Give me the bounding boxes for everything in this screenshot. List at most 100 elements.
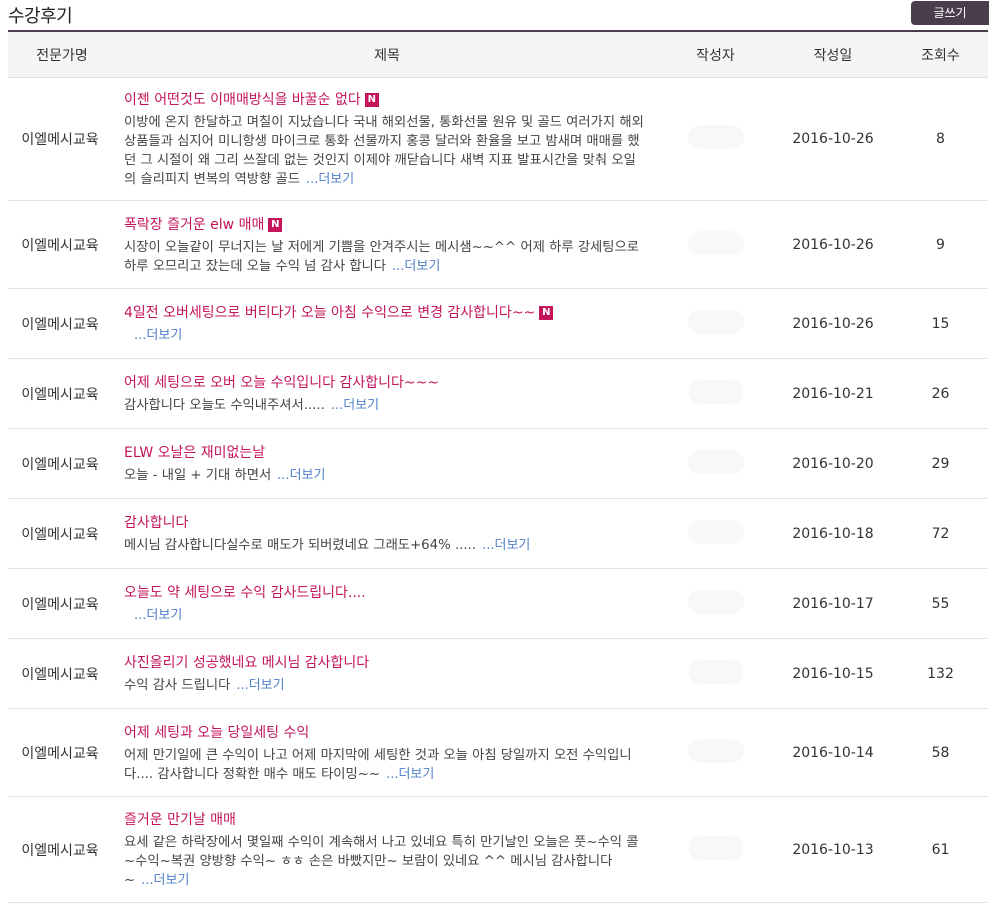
post-title-link[interactable]: 감사합니다 (124, 515, 188, 531)
post-date: 2016-10-13 (792, 841, 874, 858)
more-link[interactable]: ...더보기 (386, 767, 434, 782)
post-title-link[interactable]: 어제 세팅으로 오버 오늘 수익입니다 감사합니다~~~ (124, 375, 439, 391)
post-title-line: 어제 세팅으로 오버 오늘 수익입니다 감사합니다~~~ (124, 372, 648, 394)
table-row: 이엘메시교육 4일전 오버세팅으로 버티다가 오늘 아침 수익으로 변경 감사합니… (8, 289, 988, 359)
column-header-views: 조회수 (921, 47, 960, 64)
author-cell (658, 639, 773, 709)
author-avatar (687, 379, 744, 404)
view-count: 26 (931, 385, 950, 402)
title-cell: 폭락장 즐거운 elw 매매 N 시장이 오늘같이 무너지는 날 저에게 기쁨을 안… (116, 201, 658, 289)
expert-name: 이엘메시교육 (21, 386, 99, 403)
view-count: 58 (931, 744, 950, 761)
expert-name: 이엘메시교육 (21, 526, 99, 543)
post-date: 2016-10-15 (792, 665, 874, 682)
post-title-link[interactable]: 폭락장 즐거운 elw 매매 (124, 217, 264, 233)
column-header-expert: 전문가명 (36, 47, 88, 64)
review-board: 전문가명 제목 작성자 작성일 조회수 이엘메시교육 이젠 어떤것도 이매매방식을… (8, 30, 988, 903)
table-row: 이엘메시교육 사진올리기 성공했네요 메시님 감사합니다수익 감사 드립니다...… (8, 639, 988, 709)
post-title-link[interactable]: 오늘도 약 세팅으로 수익 감사드립니다.... (124, 585, 366, 601)
view-count: 55 (931, 595, 950, 612)
table-row: 이엘메시교육 폭락장 즐거운 elw 매매 N 시장이 오늘같이 무너지는 날 저에게… (8, 201, 988, 289)
post-title-line: 감사합니다 (124, 512, 648, 534)
post-excerpt: ...더보기 (124, 606, 644, 625)
column-header-author: 작성자 (696, 47, 735, 64)
post-date: 2016-10-17 (792, 595, 874, 612)
post-excerpt: 어제 만기일에 큰 수익이 나고 어제 마지막에 세팅한 것과 오늘 아침 당일… (124, 746, 644, 784)
more-link[interactable]: ...더보기 (482, 538, 530, 553)
author-avatar (687, 738, 744, 763)
post-title-link[interactable]: ELW 오날은 재미없는날 (124, 445, 265, 461)
more-link[interactable]: ...더보기 (134, 328, 182, 343)
view-count: 8 (936, 131, 945, 147)
post-title-link[interactable]: 이젠 어떤것도 이매매방식을 바꿀순 없다 (124, 92, 361, 108)
post-excerpt-text: 어제 만기일에 큰 수익이 나고 어제 마지막에 세팅한 것과 오늘 아침 당일… (124, 747, 632, 782)
expert-name: 이엘메시교육 (21, 316, 99, 333)
post-title-line: 4일전 오버세팅으로 버티다가 오늘 아침 수익으로 변경 감사합니다~~ N (124, 302, 648, 324)
post-title-link[interactable]: 사진올리기 성공했네요 메시님 감사합니다 (124, 655, 369, 671)
table-row: 이엘메시교육 감사합니다메시님 감사합니다실수로 매도가 되버렸네요 그래도+64… (8, 499, 988, 569)
post-date: 2016-10-20 (792, 455, 874, 472)
expert-name: 이엘메시교육 (21, 132, 99, 148)
expert-name: 이엘메시교육 (21, 596, 99, 613)
post-title-line: ELW 오날은 재미없는날 (124, 442, 648, 464)
title-cell: 감사합니다메시님 감사합니다실수로 매도가 되버렸네요 그래도+64% ....… (116, 499, 658, 569)
post-title-link[interactable]: 4일전 오버세팅으로 버티다가 오늘 아침 수익으로 변경 감사합니다~~ (124, 305, 535, 321)
expert-name: 이엘메시교육 (21, 456, 99, 473)
post-excerpt-text: 이방에 온지 한달하고 며칠이 지났습니다 국내 해외선물, 통화선물 원유 및… (124, 115, 644, 187)
post-excerpt-text: 메시님 감사합니다실수로 매도가 되버렸네요 그래도+64% ..... (124, 538, 477, 553)
post-excerpt: 오늘 - 내일 + 기대 하면서 ...더보기 (124, 466, 644, 485)
author-cell (658, 359, 773, 429)
title-cell: 4일전 오버세팅으로 버티다가 오늘 아침 수익으로 변경 감사합니다~~ N..… (116, 289, 658, 359)
expert-name: 이엘메시교육 (21, 666, 99, 683)
post-date: 2016-10-18 (792, 525, 874, 542)
more-link[interactable]: ...더보기 (236, 678, 284, 693)
view-count: 61 (931, 841, 950, 858)
author-cell (658, 429, 773, 499)
post-date: 2016-10-26 (792, 131, 874, 147)
post-title-link[interactable]: 어제 세팅과 오늘 당일세팅 수익 (124, 725, 309, 741)
write-button[interactable]: 글쓰기 (911, 1, 989, 25)
view-count: 15 (931, 315, 950, 332)
post-date: 2016-10-21 (792, 385, 874, 402)
more-link[interactable]: ...더보기 (141, 873, 189, 888)
post-excerpt: ...더보기 (124, 326, 644, 345)
table-row: 이엘메시교육 ELW 오날은 재미없는날오늘 - 내일 + 기대 하면서 ...더보… (8, 429, 988, 499)
post-excerpt: 감사합니다 오늘도 수익내주셔서..... ...더보기 (124, 396, 644, 415)
more-link[interactable]: ...더보기 (277, 468, 325, 483)
more-link[interactable]: ...더보기 (306, 172, 354, 187)
author-cell (658, 289, 773, 359)
table-body: 이엘메시교육 이젠 어떤것도 이매매방식을 바꿀순 없다 N 이방에 온지 한달하고 … (8, 78, 988, 903)
title-cell: 즐거운 만기날 매매요세 같은 하락장에서 몇일째 수익이 계속해서 나고 있네… (116, 797, 658, 903)
post-excerpt: 시장이 오늘같이 무너지는 날 저에게 기쁨을 안겨주시는 메시샘~~^^ 어제… (124, 238, 644, 276)
table-row: 이엘메시교육 이젠 어떤것도 이매매방식을 바꿀순 없다 N 이방에 온지 한달하고 … (8, 78, 988, 201)
post-title-link[interactable]: 즐거운 만기날 매매 (124, 812, 236, 828)
author-avatar (687, 835, 744, 860)
view-count: 132 (927, 665, 954, 682)
author-avatar (687, 659, 744, 684)
new-badge: N (268, 217, 283, 232)
author-cell (658, 78, 773, 201)
author-cell (658, 709, 773, 797)
post-date: 2016-10-14 (792, 744, 874, 761)
title-cell: 어제 세팅과 오늘 당일세팅 수익어제 만기일에 큰 수익이 나고 어제 마지막… (116, 709, 658, 797)
post-excerpt-text: 오늘 - 내일 + 기대 하면서 (124, 468, 272, 483)
post-title-line: 폭락장 즐거운 elw 매매 N (124, 214, 648, 236)
review-table: 전문가명 제목 작성자 작성일 조회수 이엘메시교육 이젠 어떤것도 이매매방식을… (8, 30, 988, 903)
post-excerpt: 요세 같은 하락장에서 몇일째 수익이 계속해서 나고 있네요 특히 만기날인 … (124, 833, 644, 890)
post-date: 2016-10-26 (792, 315, 874, 332)
post-title-line: 어제 세팅과 오늘 당일세팅 수익 (124, 722, 648, 744)
table-header-row: 전문가명 제목 작성자 작성일 조회수 (8, 31, 988, 78)
more-link[interactable]: ...더보기 (331, 398, 379, 413)
post-excerpt: 수익 감사 드립니다 ...더보기 (124, 676, 644, 695)
title-cell: 사진올리기 성공했네요 메시님 감사합니다수익 감사 드립니다 ...더보기 (116, 639, 658, 709)
more-link[interactable]: ...더보기 (134, 608, 182, 623)
post-excerpt: 이방에 온지 한달하고 며칠이 지났습니다 국내 해외선물, 통화선물 원유 및… (124, 113, 644, 189)
author-avatar (687, 519, 744, 544)
table-row: 이엘메시교육 어제 세팅으로 오버 오늘 수익입니다 감사합니다~~~ 감사합니다 … (8, 359, 988, 429)
title-cell: 오늘도 약 세팅으로 수익 감사드립니다.... ...더보기 (116, 569, 658, 639)
post-title-line: 사진올리기 성공했네요 메시님 감사합니다 (124, 652, 648, 674)
expert-name: 이엘메시교육 (21, 745, 99, 762)
new-badge: N (364, 93, 379, 107)
more-link[interactable]: ...더보기 (392, 259, 440, 274)
author-avatar (687, 589, 744, 614)
